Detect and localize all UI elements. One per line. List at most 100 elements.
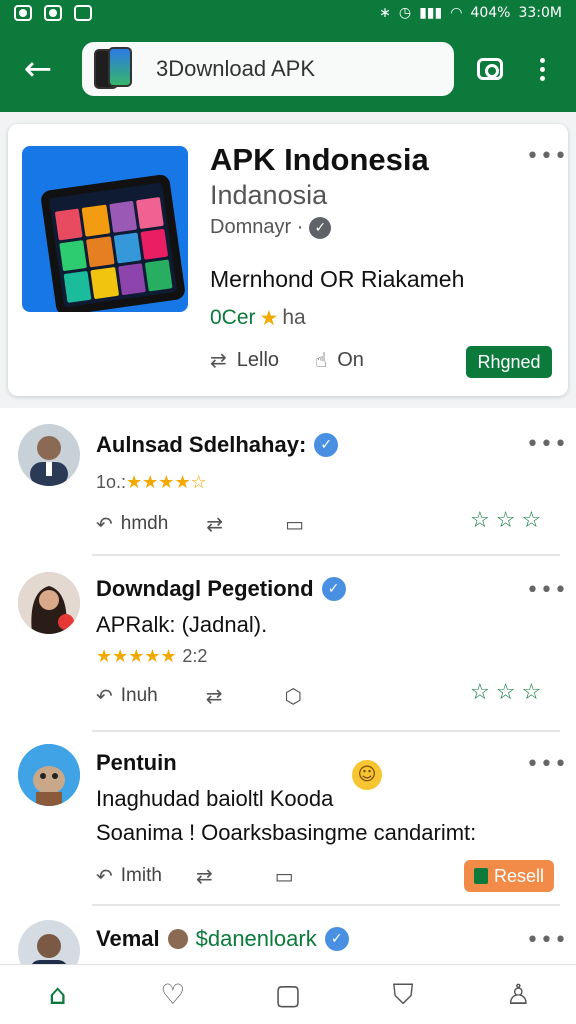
reply-action[interactable]: ↶ Imith [96,864,162,888]
profile-icon: ♙ [505,978,531,1011]
reply-action[interactable]: ↶ Inuh [96,684,158,708]
smile-emoji-icon: ☺ [352,760,382,790]
nav-square[interactable]: ▢ [258,967,318,1023]
notification-camera-icon [44,5,62,21]
notification-app-icon [14,5,32,21]
review-handle[interactable]: $danenloark [196,926,317,952]
review-feed: Aulnsad Sdelhahay: ✓ ••• 1o.:★★★★☆ ↶ hmd… [0,408,576,964]
install-button[interactable]: Rhgned [466,346,552,378]
reply-action[interactable]: ↶ hmdh [96,512,168,536]
bottom-navigation: ⌂ ♡ ▢ ⛉ ♙ [0,964,576,1024]
review-green-stars: ☆☆☆ [470,680,548,705]
app-promo-image [22,146,188,312]
nav-home[interactable]: ⌂ [28,967,88,1023]
reply-icon: ↶ [96,512,113,536]
avatar[interactable] [18,424,80,486]
reply-icon: ↶ [96,684,113,708]
camera-button[interactable] [468,47,512,91]
alarm-icon: ◷ [398,5,412,21]
rating-label: 0Cer [210,306,256,329]
app-card-more-button[interactable]: ••• [526,144,568,169]
avatar[interactable] [18,920,80,964]
review-author[interactable]: Pentuin [96,750,177,776]
app-thumbnail-icon [92,47,138,91]
review-actions: ↶ Imith ⇄ ▭ [96,864,294,888]
bluetooth-icon: ∗ [379,5,391,21]
square-icon: ▢ [274,978,302,1011]
app-title: APK Indonesia [210,142,429,177]
home-icon: ⌂ [48,978,67,1011]
star-icon: ★ [259,306,279,330]
review-author[interactable]: Downdagl Pegetiond ✓ [96,576,346,602]
avatar[interactable] [18,572,80,634]
nav-inbox[interactable]: ⛉ [373,967,433,1023]
back-button[interactable]: ← [8,39,68,99]
review-item[interactable]: Aulnsad Sdelhahay: ✓ ••• 1o.:★★★★☆ ↶ hmd… [0,408,576,556]
share-icon: ⬡ [284,684,302,708]
app-rating: 0Cer ★ ha [210,306,306,330]
search-bar[interactable]: 3Download APK [82,42,454,96]
repost-icon: ⇄ [210,348,227,372]
inbox-icon: ⛉ [392,977,414,1011]
review-item[interactable]: Vemal $danenloark ✓ ••• [0,908,576,964]
mini-avatar [167,929,188,949]
overflow-menu-button[interactable] [520,47,564,91]
verified-badge-icon: ✓ [314,433,339,457]
share-action[interactable]: ⬡ [285,684,302,708]
signal-icon: ▮▮▮ [419,5,443,21]
repost-action[interactable]: ⇄ Lello [210,348,279,372]
top-app-bar: ← 3Download APK [0,26,576,112]
divider [92,730,560,732]
review-more-button[interactable]: ••• [526,752,568,777]
divider [92,554,560,556]
thumbs-up-icon: ☝ [315,348,328,372]
verified-icon: ✓ [309,216,332,239]
sheet-icon [473,868,488,884]
wifi-icon: ◠ [450,5,463,21]
review-more-button[interactable]: ••• [526,432,568,457]
divider [92,904,560,906]
clock: 33:0M [518,5,562,21]
verified-badge-icon: ✓ [324,927,349,951]
resell-chip[interactable]: Resell [464,860,554,892]
reply-icon: ↶ [96,864,113,888]
repost-icon: ⇄ [195,864,213,888]
developer-name: Domnayr · [210,216,304,238]
review-green-stars: ☆☆☆ [470,508,548,533]
arrow-left-icon: ← [23,49,53,89]
comment-icon: ▭ [285,512,304,536]
review-stars: ★★★★★ 2:2 [96,646,208,667]
app-subtitle: Indanosia [210,180,328,210]
nav-chat[interactable]: ♡ [143,967,203,1023]
status-bar: ∗ ◷ ▮▮▮ ◠ 404% 33:0M [0,0,576,26]
review-author[interactable]: Aulnsad Sdelhahay: ✓ [96,432,339,458]
repost-action[interactable]: ⇄ [196,864,213,888]
repost-icon: ⇄ [206,512,224,536]
nav-profile[interactable]: ♙ [488,967,548,1023]
review-author[interactable]: Vemal $danenloark ✓ [96,926,349,952]
comment-icon: ▭ [274,864,294,888]
review-stars: 1o.:★★★★☆ [96,472,207,493]
chat-icon: ♡ [160,978,186,1011]
review-more-button[interactable]: ••• [526,578,568,603]
repost-action[interactable]: ⇄ [206,684,223,708]
repost-label: Lello [236,348,280,371]
review-actions: ↶ hmdh ⇄ ▭ [96,512,304,536]
avatar[interactable] [18,744,80,806]
repost-icon: ⇄ [205,684,223,708]
notification-image-icon [74,5,92,21]
review-item[interactable]: Pentuin ☺ ••• Inaghudad baioltl Kooda So… [0,734,576,902]
comment-action[interactable]: ▭ [275,864,294,888]
rating-suffix: ha [282,306,306,329]
review-item[interactable]: Downdagl Pegetiond ✓ ••• APRalk: (Jadnal… [0,558,576,728]
comment-action[interactable]: ▭ [285,512,304,536]
like-action[interactable]: ☝ On [315,348,364,372]
review-text: Inaghudad baioltl Kooda [96,786,334,811]
battery-level: 404% [470,5,511,21]
camera-icon [477,58,503,80]
search-query[interactable]: 3Download APK [156,56,315,82]
app-card[interactable]: APK Indonesia Indanosia Domnayr · ✓ Mern… [8,124,568,396]
repost-action[interactable]: ⇄ [206,512,223,536]
developer-row[interactable]: Domnayr · ✓ [210,216,332,239]
review-more-button[interactable]: ••• [526,928,568,953]
